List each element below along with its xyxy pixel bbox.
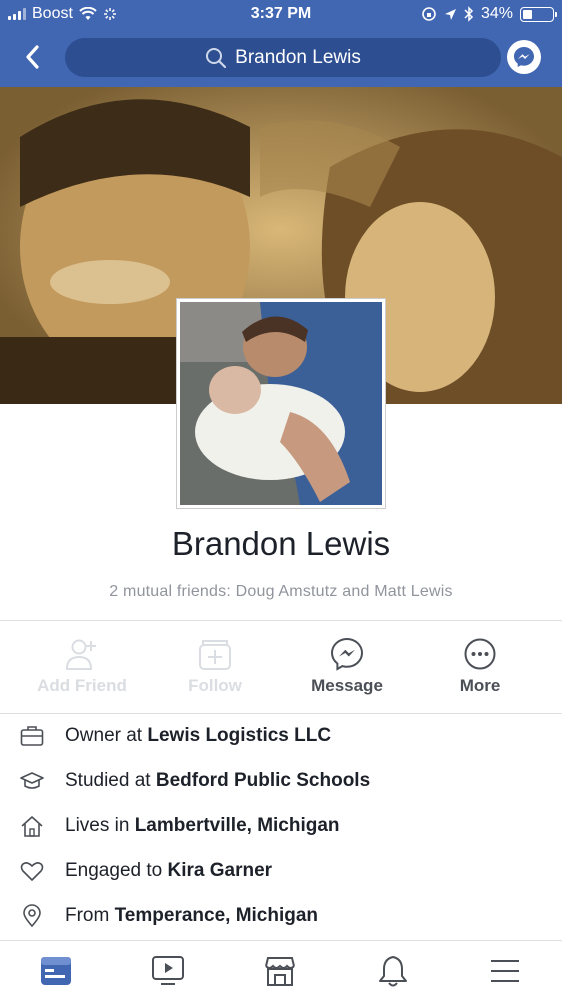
- mutual-friends[interactable]: 2 mutual friends: Doug Amstutz and Matt …: [0, 583, 562, 601]
- profile-actions: Add Friend Follow Message More: [0, 621, 562, 713]
- add-friend-button[interactable]: Add Friend: [16, 637, 148, 696]
- intro-education-text: Studied at Bedford Public Schools: [65, 770, 370, 792]
- profile-picture-image: [180, 302, 382, 505]
- message-button[interactable]: Message: [281, 637, 413, 696]
- status-bar: Boost 3:37 PM 34%: [0, 0, 562, 28]
- follow-button[interactable]: Follow: [149, 637, 281, 696]
- intro-education[interactable]: Studied at Bedford Public Schools: [0, 758, 562, 803]
- tab-bar: [0, 940, 562, 1000]
- status-right: 34%: [421, 5, 557, 23]
- search-icon: [206, 47, 227, 68]
- battery-icon: [520, 6, 557, 22]
- intro-relationship[interactable]: Engaged to Kira Garner: [0, 848, 562, 893]
- intro-hometown-prefix: From: [65, 904, 115, 926]
- search-input[interactable]: Brandon Lewis: [65, 38, 501, 77]
- tab-menu[interactable]: [487, 953, 523, 989]
- messenger-icon: [514, 47, 534, 67]
- intro-relationship-text: Engaged to Kira Garner: [65, 860, 272, 882]
- graduation-cap-icon: [20, 769, 44, 793]
- follow-icon: [199, 640, 231, 670]
- intro-hometown-text: From Temperance, Michigan: [65, 905, 318, 927]
- intro-education-value[interactable]: Bedford Public Schools: [156, 770, 370, 791]
- menu-icon: [491, 960, 519, 982]
- add-friend-label: Add Friend: [37, 676, 127, 695]
- message-label: Message: [311, 676, 383, 695]
- briefcase-icon: [20, 724, 44, 748]
- intro-relationship-value[interactable]: Kira Garner: [167, 860, 272, 881]
- messenger-icon: [330, 637, 364, 671]
- battery-percent: 34%: [480, 5, 513, 22]
- tab-notifications[interactable]: [375, 953, 411, 989]
- tab-news-feed[interactable]: [38, 953, 74, 989]
- news-feed-icon: [41, 957, 71, 985]
- profile-picture[interactable]: [177, 299, 385, 508]
- more-icon: [464, 638, 496, 670]
- follow-label: Follow: [188, 676, 242, 695]
- more-label: More: [459, 676, 501, 695]
- intro-work-text: Owner at Lewis Logistics LLC: [65, 725, 331, 747]
- tab-marketplace[interactable]: [262, 953, 298, 989]
- more-button[interactable]: More: [414, 637, 546, 696]
- intro-work[interactable]: Owner at Lewis Logistics LLC: [0, 713, 562, 758]
- search-value: Brandon Lewis: [235, 46, 361, 68]
- intro-lives-text: Lives in Lambertville, Michigan: [65, 815, 340, 837]
- intro-relationship-prefix: Engaged to: [65, 859, 168, 881]
- back-button[interactable]: [18, 42, 48, 72]
- profile-name: Brandon Lewis: [171, 525, 391, 562]
- watch-icon: [152, 956, 184, 985]
- intro-work-prefix: Owner at: [65, 724, 148, 746]
- location-arrow-icon: [444, 8, 456, 20]
- heart-icon: [20, 859, 44, 883]
- intro-work-value[interactable]: Lewis Logistics LLC: [147, 725, 331, 746]
- messenger-button[interactable]: [507, 40, 541, 74]
- chevron-left-icon: [26, 45, 39, 69]
- intro-education-prefix: Studied at: [65, 769, 156, 791]
- bluetooth-icon: [464, 6, 474, 22]
- intro-lives[interactable]: Lives in Lambertville, Michigan: [0, 803, 562, 848]
- intro-lives-prefix: Lives in: [65, 814, 135, 836]
- top-bar: Boost 3:37 PM 34% Brandon Lewis: [0, 0, 562, 87]
- notifications-icon: [379, 956, 407, 987]
- location-pin-icon: [20, 903, 44, 928]
- home-icon: [20, 814, 44, 838]
- add-friend-icon: [65, 639, 96, 670]
- intro-hometown-value[interactable]: Temperance, Michigan: [115, 905, 318, 926]
- lock-rotation-icon: [422, 7, 436, 21]
- intro-lives-value[interactable]: Lambertville, Michigan: [135, 815, 340, 836]
- marketplace-icon: [265, 957, 295, 986]
- intro-hometown[interactable]: From Temperance, Michigan: [0, 893, 562, 938]
- tab-watch[interactable]: [150, 953, 186, 989]
